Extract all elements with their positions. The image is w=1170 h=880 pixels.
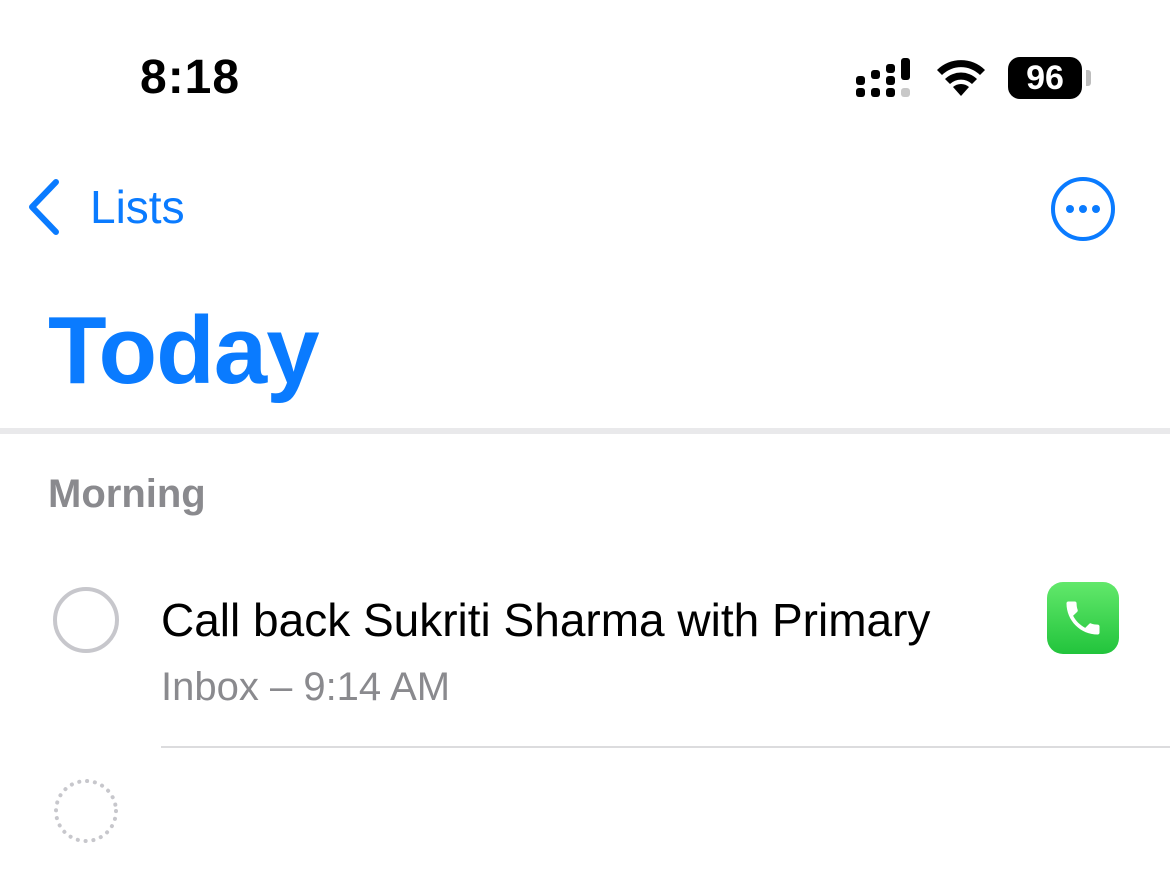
- battery-cap: [1086, 70, 1091, 86]
- status-time: 8:18: [140, 51, 241, 104]
- battery-level: 96: [1026, 59, 1064, 97]
- phone-handset-icon: [1066, 601, 1100, 635]
- new-reminder-checkbox[interactable]: [53, 778, 119, 844]
- battery-icon: 96: [1008, 57, 1092, 99]
- reminder-title[interactable]: Call back Sukriti Sharma with Primary: [161, 592, 930, 648]
- ellipsis-circle-icon[interactable]: [1050, 176, 1116, 242]
- title-divider: [0, 428, 1170, 434]
- cellular-signal-icon: [856, 58, 910, 97]
- reminder-checkbox[interactable]: [53, 587, 119, 653]
- chevron-left-icon: [29, 179, 59, 235]
- reminder-subtitle: Inbox – 9:14 AM: [161, 665, 451, 709]
- row-divider: [161, 746, 1170, 748]
- section-header-morning[interactable]: Morning: [48, 470, 206, 518]
- back-button-label: Lists: [90, 181, 185, 233]
- page-title: Today: [48, 297, 320, 404]
- wifi-icon: [937, 60, 985, 96]
- phone-app-icon[interactable]: [1047, 582, 1119, 654]
- reminders-today-screen: 8:18 96 Lists Today Morning Call back Su…: [0, 0, 1170, 880]
- back-button[interactable]: Lists: [24, 172, 185, 242]
